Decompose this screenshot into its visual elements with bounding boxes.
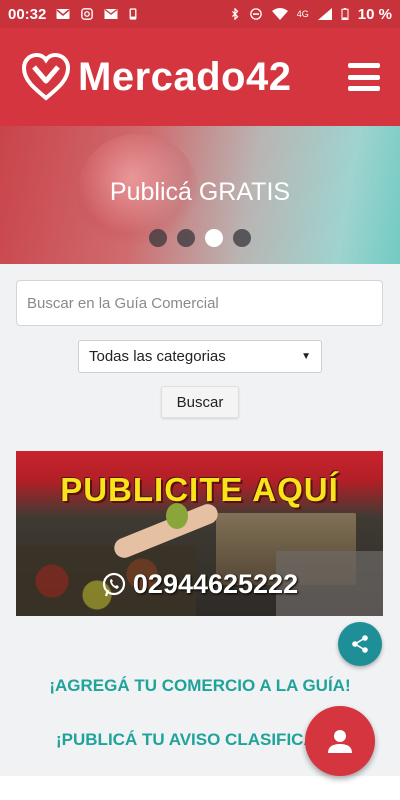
carousel-dot-3[interactable] [205,229,223,247]
hero-carousel[interactable]: Publicá GRATIS [0,126,400,264]
banner-phone-number: 02944625222 [132,569,299,599]
carousel-dot-2[interactable] [177,229,195,247]
mail-icon [104,8,118,19]
network-type: 4G [296,9,309,19]
logo[interactable]: Mercado42 [20,51,291,103]
battery-percent: 10 % [357,5,392,23]
user-icon [328,730,352,753]
search-section: Todas las categorias ▼ Buscar PUBLICITE … [0,264,400,776]
logo-text: Mercado42 [78,54,292,99]
phone-icon [129,8,137,20]
whatsapp-icon [102,572,126,596]
heart-logo-icon [21,52,71,101]
chevron-down-icon: ▼ [301,351,311,362]
banner-phone: 02944625222 [16,569,383,600]
status-bar: 00:32 4G 10 % [0,0,400,28]
search-input[interactable] [16,280,383,326]
signal-icon [317,8,332,20]
share-button[interactable] [338,622,382,666]
user-button[interactable] [305,706,375,776]
battery-icon [341,8,349,20]
search-button[interactable]: Buscar [161,386,239,418]
hamburger-icon[interactable] [348,63,380,91]
carousel-dots [0,229,400,247]
hero-title: Publicá GRATIS [109,178,291,206]
app-header: Mercado42 [0,28,400,126]
status-right: 4G 10 % [230,6,392,23]
category-selected: Todas las categorias [89,348,226,365]
dnd-icon [249,8,262,20]
ad-banner[interactable]: PUBLICITE AQUÍ 02944625222 [16,451,383,616]
share-icon [352,635,368,653]
status-time: 00:32 [8,5,47,23]
instagram-icon [81,8,94,20]
status-left: 00:32 [8,6,138,23]
gmail-icon [56,9,70,19]
bluetooth-icon [231,8,239,20]
publish-ad-link[interactable]: ¡PUBLICÁ TU AVISO CLASIFICADO! [56,730,316,750]
banner-title: PUBLICITE AQUÍ [60,471,339,508]
wifi-icon [271,8,288,20]
category-select[interactable]: Todas las categorias ▼ [78,340,322,373]
carousel-dot-4[interactable] [233,229,251,247]
add-business-link[interactable]: ¡AGREGÁ TU COMERCIO A LA GUÍA! [0,676,400,696]
carousel-dot-1[interactable] [149,229,167,247]
